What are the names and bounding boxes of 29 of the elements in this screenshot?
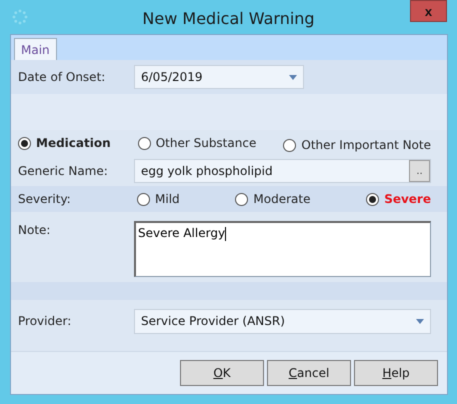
dialog-button[interactable]: Help bbox=[354, 360, 438, 386]
radio-button[interactable] bbox=[366, 192, 380, 206]
note-field[interactable]: Severe Allergy bbox=[134, 221, 431, 277]
radio-label[interactable]: Other Important Note bbox=[301, 138, 431, 152]
radio-label[interactable]: Mild bbox=[155, 192, 180, 206]
provider-dropdown[interactable]: Service Provider (ANSR) bbox=[134, 308, 431, 334]
tab[interactable]: Main bbox=[14, 38, 57, 60]
radio-button[interactable] bbox=[235, 192, 248, 206]
radio-button[interactable] bbox=[137, 192, 150, 206]
field-label: Severity: bbox=[18, 192, 72, 206]
radio-button[interactable] bbox=[138, 136, 151, 150]
field-label: Date of Onset: bbox=[18, 70, 106, 84]
window-title: New Medical Warning bbox=[142, 8, 315, 28]
field-label: Provider: bbox=[18, 314, 72, 328]
radio-button[interactable] bbox=[18, 136, 31, 150]
radio-button[interactable] bbox=[283, 138, 296, 152]
dialog-button[interactable]: OK bbox=[180, 360, 264, 386]
caret-icon[interactable] bbox=[416, 318, 424, 324]
browse-button[interactable]: .. bbox=[409, 160, 430, 182]
radio-label[interactable]: Moderate bbox=[253, 192, 310, 206]
close-button[interactable]: x bbox=[410, 0, 447, 22]
dialog-button[interactable]: Cancel bbox=[267, 360, 351, 386]
field-label: Note: bbox=[18, 223, 52, 237]
field-label: Generic Name: bbox=[18, 164, 109, 178]
radio-label[interactable]: Other Substance bbox=[156, 136, 256, 150]
date-field[interactable]: 6/05/2019 bbox=[134, 65, 304, 89]
caret-icon[interactable] bbox=[289, 74, 297, 80]
text-field[interactable]: egg yolk phospholipid .. bbox=[134, 159, 431, 183]
radio-label[interactable]: Medication bbox=[36, 136, 111, 150]
